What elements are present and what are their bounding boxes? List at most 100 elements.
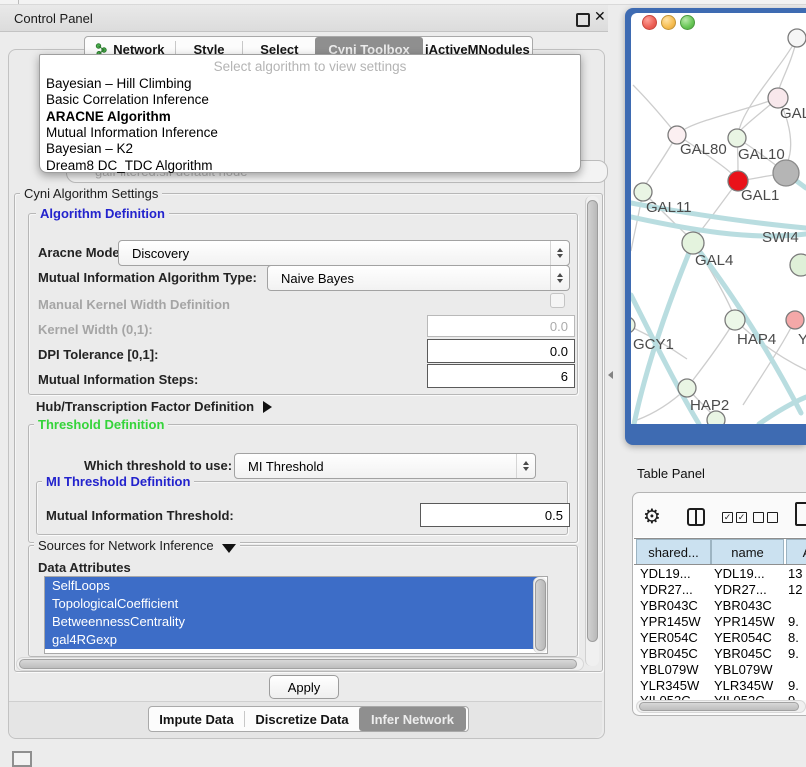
cell[interactable]: YER054C: [714, 630, 772, 645]
select-all-icon[interactable]: ✓ ✓: [722, 512, 747, 523]
sources-title-label: Sources for Network Inference: [38, 538, 214, 553]
dpi-tolerance-field[interactable]: 0.0: [427, 339, 575, 363]
column-header-name[interactable]: name: [711, 539, 784, 565]
column-header-partial[interactable]: A: [786, 539, 806, 565]
node-label: GAL80: [680, 141, 727, 158]
columns-icon[interactable]: [687, 508, 705, 526]
mac-zoom-icon[interactable]: [680, 15, 695, 30]
gear-icon[interactable]: ⚙: [643, 504, 661, 529]
dropdown-prompt: Select algorithm to view settings: [40, 59, 580, 74]
table-header-rule: [634, 564, 806, 565]
dropdown-item[interactable]: Bayesian – Hill Climbing: [46, 76, 574, 92]
list-item-selected[interactable]: SelfLoops: [45, 577, 540, 595]
list-item-selected[interactable]: gal4RGexp: [45, 631, 540, 649]
node-label: GAL4: [695, 252, 733, 269]
node-gal10[interactable]: [728, 129, 746, 147]
chevron-right-icon: [263, 401, 272, 413]
apply-button[interactable]: Apply: [269, 675, 339, 699]
unchecked-box-icon: [753, 512, 764, 523]
table-file-icon[interactable]: [795, 502, 806, 526]
list-item-selected[interactable]: TopologicalCoefficient: [45, 595, 540, 613]
node-gcy1[interactable]: [631, 317, 635, 333]
cell[interactable]: YDR27...: [714, 582, 767, 597]
cell[interactable]: YBR045C: [714, 646, 772, 661]
settings-scrollbar-thumb[interactable]: [587, 200, 598, 642]
cell[interactable]: YER054C: [640, 630, 698, 645]
cell[interactable]: YBR043C: [714, 598, 772, 613]
network-canvas[interactable]: GAL7 GAL80 GAL10 GAL1 GAL11 GAL4 SWI4 GC…: [631, 13, 806, 424]
dropdown-item[interactable]: Basic Correlation Inference: [46, 92, 574, 108]
column-header-shared[interactable]: shared...: [636, 539, 711, 565]
settings-hscrollbar-thumb[interactable]: [19, 659, 577, 669]
cell[interactable]: YPR145W: [640, 614, 701, 629]
float-window-icon[interactable]: [576, 13, 590, 27]
mac-minimize-icon[interactable]: [661, 15, 676, 30]
dropdown-item-highlighted[interactable]: ARACNE Algorithm: [46, 109, 574, 125]
node[interactable]: [788, 29, 806, 47]
cell[interactable]: YPR145W: [714, 614, 775, 629]
cell[interactable]: YDL19...: [714, 566, 765, 581]
node-label: GAL10: [738, 146, 785, 163]
tab-impute-data[interactable]: Impute Data: [149, 707, 244, 731]
network-graph: GAL7 GAL80 GAL10 GAL1 GAL11 GAL4 SWI4 GC…: [631, 13, 806, 424]
dropdown-item[interactable]: Mutual Information Inference: [46, 125, 574, 141]
node-y[interactable]: [786, 311, 804, 329]
cell[interactable]: YBL079W: [714, 662, 773, 677]
cell[interactable]: YBR043C: [640, 598, 698, 613]
dropdown-item[interactable]: Bayesian – K2: [46, 141, 574, 157]
node-label: HAP2: [690, 397, 729, 414]
algorithm-definition-title: Algorithm Definition: [36, 206, 169, 221]
cell[interactable]: 9.: [788, 614, 799, 629]
table-hscrollbar[interactable]: [636, 700, 806, 713]
aracne-mode-select[interactable]: Discovery: [118, 240, 570, 266]
mi-type-label: Mutual Information Algorithm Type:: [38, 270, 257, 285]
cell[interactable]: 9.: [788, 678, 799, 693]
attributes-list-scrollbar[interactable]: [533, 577, 547, 653]
cell[interactable]: 12: [788, 582, 802, 597]
cell[interactable]: YBR045C: [640, 646, 698, 661]
sources-group-title[interactable]: Sources for Network Inference: [34, 538, 240, 553]
mac-close-icon[interactable]: [642, 15, 657, 30]
settings-scrollbar[interactable]: [585, 196, 599, 666]
minimized-panel-icon[interactable]: [12, 751, 32, 767]
manual-kernel-label: Manual Kernel Width Definition: [38, 297, 230, 312]
kernel-width-field[interactable]: 0.0: [427, 315, 575, 337]
tab-discretize-data[interactable]: Discretize Data: [245, 707, 359, 731]
screen: { "titlebar": { "title": "Control Panel"…: [0, 0, 806, 762]
cell[interactable]: YBL079W: [640, 662, 699, 677]
cell[interactable]: YLR345W: [640, 678, 699, 693]
mi-steps-field[interactable]: 6: [427, 364, 575, 388]
cell[interactable]: 9.: [788, 646, 799, 661]
cell[interactable]: YDR27...: [640, 582, 693, 597]
close-icon[interactable]: ✕: [594, 8, 606, 25]
list-item-selected[interactable]: BetweennessCentrality: [45, 613, 540, 631]
node-hub[interactable]: [773, 160, 799, 186]
mi-type-select[interactable]: Naive Bayes: [267, 265, 570, 291]
algorithm-dropdown-popup: Select algorithm to view settings Bayesi…: [39, 54, 581, 173]
table-hscrollbar-thumb[interactable]: [639, 702, 799, 711]
deselect-all-icon[interactable]: [753, 512, 778, 523]
cell[interactable]: 13: [788, 566, 802, 581]
cell[interactable]: YDL19...: [640, 566, 691, 581]
attributes-list-scrollbar-thumb[interactable]: [535, 579, 546, 651]
cell[interactable]: YLR345W: [714, 678, 773, 693]
tab-infer-network[interactable]: Infer Network: [359, 707, 466, 731]
node-label: SWI4: [762, 229, 799, 246]
manual-kernel-checkbox[interactable]: [550, 293, 565, 308]
which-threshold-select[interactable]: MI Threshold: [234, 453, 536, 479]
settings-hscrollbar[interactable]: [16, 657, 584, 671]
mi-threshold-label: Mutual Information Threshold:: [46, 508, 234, 523]
dropdown-item[interactable]: Dream8 DC_TDC Algorithm: [46, 158, 574, 174]
node-gal4[interactable]: [682, 232, 704, 254]
splitter-collapse-icon[interactable]: [608, 371, 613, 379]
tab-impute-data-label: Impute Data: [159, 712, 233, 727]
node-hap4[interactable]: [725, 310, 745, 330]
table-panel-title: Table Panel: [637, 466, 705, 481]
hub-definition-toggle[interactable]: Hub/Transcription Factor Definition: [36, 399, 272, 414]
tab-discretize-data-label: Discretize Data: [255, 712, 348, 727]
node-swi4[interactable]: [790, 254, 806, 276]
node-hap2[interactable]: [678, 379, 696, 397]
mi-threshold-field[interactable]: 0.5: [420, 503, 570, 527]
kernel-width-label: Kernel Width (0,1):: [38, 322, 153, 337]
cell[interactable]: 8.: [788, 630, 799, 645]
